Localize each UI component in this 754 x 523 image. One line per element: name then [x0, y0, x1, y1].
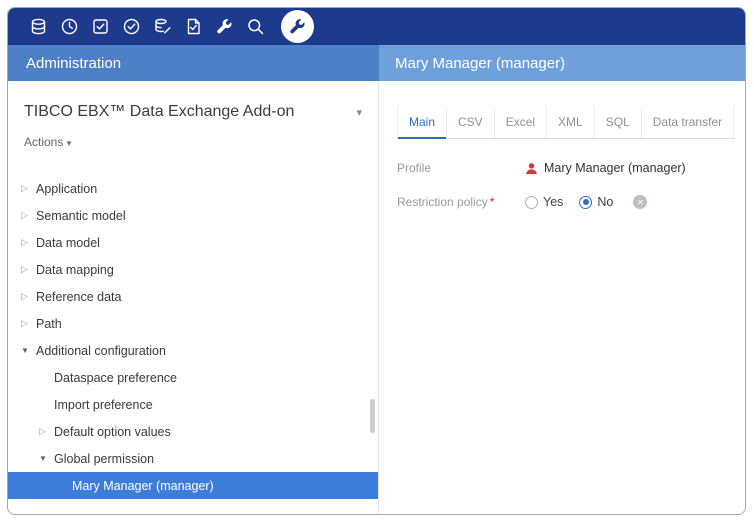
tab-main[interactable]: Main [397, 107, 447, 138]
chevron-right-icon[interactable] [39, 426, 54, 437]
radio-no-label: No [597, 195, 613, 209]
tree-item-label: Dataspace preference [54, 371, 177, 385]
tree-item-additional-configuration[interactable]: Additional configuration [8, 337, 378, 364]
navigation-tree: Application Semantic model Data model Da… [8, 175, 378, 499]
sidebar-title-row: TIBCO EBX™ Data Exchange Add-on [8, 103, 378, 121]
chevron-down-icon[interactable] [21, 346, 36, 355]
tab-sql[interactable]: SQL [595, 107, 642, 138]
required-marker: * [490, 195, 495, 209]
tree-item-reference-data[interactable]: Reference data [8, 283, 378, 310]
tree-item-label: Mary Manager (manager) [72, 479, 214, 493]
profile-row: Profile Mary Manager (manager) [397, 155, 735, 181]
left-pane-title: Administration [26, 55, 121, 72]
tree-item-label: Data model [36, 236, 100, 250]
tree-item-label: Application [36, 182, 97, 196]
restriction-policy-row: Restriction policy* Yes No [397, 189, 735, 215]
checkbox-icon[interactable] [90, 17, 110, 37]
radio-yes-label: Yes [543, 195, 563, 209]
right-pane-header: Mary Manager (manager) [379, 45, 745, 81]
tree-item-application[interactable]: Application [8, 175, 378, 202]
profile-value: Mary Manager (manager) [525, 161, 686, 175]
radio-option-yes[interactable]: Yes [525, 195, 563, 209]
tree-item-label: Path [36, 317, 62, 331]
search-icon[interactable] [245, 17, 265, 37]
check-circle-icon[interactable] [121, 17, 141, 37]
top-toolbar [8, 8, 745, 45]
tree-item-import-preference[interactable]: Import preference [8, 391, 378, 418]
chevron-right-icon[interactable] [21, 291, 36, 302]
actions-menu-button[interactable]: Actions [24, 135, 71, 149]
right-pane-title: Mary Manager (manager) [395, 55, 565, 72]
profile-icon [525, 162, 538, 175]
tree-item-default-option-values[interactable]: Default option values [8, 418, 378, 445]
tree-item-path[interactable]: Path [8, 310, 378, 337]
tree-item-dataspace-preference[interactable]: Dataspace preference [8, 364, 378, 391]
chevron-right-icon[interactable] [21, 183, 36, 194]
radio-option-no[interactable]: No [579, 195, 613, 209]
tree-item-label: Semantic model [36, 209, 126, 223]
database-edit-icon[interactable] [152, 17, 172, 37]
wrench-active-icon[interactable] [281, 10, 314, 43]
restriction-policy-label: Restriction policy* [397, 195, 525, 209]
chevron-right-icon[interactable] [21, 237, 36, 248]
chevron-right-icon[interactable] [21, 318, 36, 329]
page-title: TIBCO EBX™ Data Exchange Add-on [24, 103, 294, 121]
tab-label: XML [558, 115, 583, 129]
wrench-icon[interactable] [214, 17, 234, 37]
tree-item-semantic-model[interactable]: Semantic model [8, 202, 378, 229]
header-row: Administration Mary Manager (manager) [8, 45, 745, 81]
tree-item-mary-manager[interactable]: Mary Manager (manager) [8, 472, 378, 499]
app-window: Administration Mary Manager (manager) TI… [7, 7, 746, 515]
profile-value-text: Mary Manager (manager) [544, 161, 686, 175]
tree-item-data-mapping[interactable]: Data mapping [8, 256, 378, 283]
tab-csv[interactable]: CSV [447, 107, 495, 138]
tab-label: Data transfer [653, 115, 722, 129]
main-pane: Main CSV Excel XML SQL Data transfer [379, 81, 745, 514]
tree-item-data-model[interactable]: Data model [8, 229, 378, 256]
chevron-right-icon[interactable] [21, 210, 36, 221]
tree-item-label: Reference data [36, 290, 121, 304]
tab-label: Main [409, 115, 435, 129]
chevron-right-icon[interactable] [21, 264, 36, 275]
sidebar: TIBCO EBX™ Data Exchange Add-on Actions … [8, 81, 379, 514]
restriction-policy-radio-group: Yes No [525, 195, 647, 209]
radio-no[interactable] [579, 196, 592, 209]
tab-excel[interactable]: Excel [495, 107, 547, 138]
database-icon[interactable] [28, 17, 48, 37]
tab-data-transfer[interactable]: Data transfer [642, 107, 734, 138]
tab-label: SQL [606, 115, 630, 129]
radio-yes[interactable] [525, 196, 538, 209]
tree-item-label: Additional configuration [36, 344, 166, 358]
tab-xml[interactable]: XML [547, 107, 595, 138]
chevron-down-icon[interactable] [39, 454, 54, 463]
tab-label: CSV [458, 115, 483, 129]
chevron-down-icon[interactable] [356, 103, 362, 121]
scrollbar-thumb[interactable] [370, 399, 375, 433]
tree-item-label: Data mapping [36, 263, 114, 277]
tree-item-global-permission[interactable]: Global permission [8, 445, 378, 472]
tree-item-label: Default option values [54, 425, 171, 439]
main-form: Profile Mary Manager (manager) Res [397, 155, 735, 215]
clock-icon[interactable] [59, 17, 79, 37]
left-pane-header: Administration [8, 45, 379, 81]
profile-label: Profile [397, 161, 525, 175]
tab-label: Excel [506, 115, 535, 129]
tab-bar: Main CSV Excel XML SQL Data transfer [397, 107, 735, 139]
clear-selection-icon[interactable] [633, 195, 647, 209]
content-row: TIBCO EBX™ Data Exchange Add-on Actions … [8, 81, 745, 514]
document-check-icon[interactable] [183, 17, 203, 37]
tree-item-label: Global permission [54, 452, 154, 466]
tree-item-label: Import preference [54, 398, 153, 412]
actions-label: Actions [24, 135, 63, 149]
